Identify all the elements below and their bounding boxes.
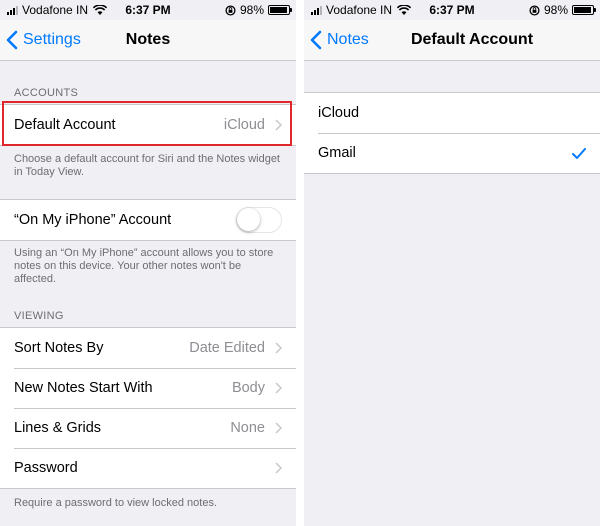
battery-icon [572,5,596,15]
viewing-header: VIEWING [14,310,64,322]
chevron-right-icon [275,342,282,354]
toggle-knob [237,208,260,231]
default-account-value: iCloud [223,117,265,133]
chevron-right-icon [275,119,282,131]
viewing-group: Sort Notes By Date Edited New Notes Star… [0,327,296,489]
status-right: 98% [529,3,596,17]
orientation-lock-icon [529,4,540,16]
chevron-right-icon [275,462,282,474]
page-title: Notes [125,31,171,48]
row-label: Sort Notes By [14,340,104,356]
default-account-screen: Vodafone IN 6:37 PM 98% Notes Default Ac… [304,0,600,526]
row-label: Password [14,460,78,476]
on-my-iphone-toggle[interactable] [236,207,282,233]
new-notes-start-with-row[interactable]: New Notes Start With Body [0,368,296,408]
row-label: New Notes Start With [14,380,153,396]
row-label: Lines & Grids [14,420,102,436]
option-icloud[interactable]: iCloud [304,93,600,133]
page-title: Default Account [410,31,534,48]
navigation-bar: Notes Default Account [304,20,600,61]
lines-grids-row[interactable]: Lines & Grids None [0,408,296,448]
row-value: Date Edited [189,340,265,356]
checkmark-icon [572,147,586,159]
on-my-iphone-row: “On My iPhone” Account [0,200,296,240]
option-label: Gmail [318,145,356,161]
status-bar: Vodafone IN 6:37 PM 98% [304,0,600,20]
on-my-iphone-group: “On My iPhone” Account [0,199,296,241]
chevron-right-icon [275,422,282,434]
status-bar: Vodafone IN 6:37 PM 98% [0,0,296,20]
navigation-bar: Settings Notes [0,20,296,61]
battery-icon [268,5,292,15]
accounts-header: ACCOUNTS [14,87,79,99]
row-value: Body [231,380,265,396]
sort-notes-by-row[interactable]: Sort Notes By Date Edited [0,328,296,368]
option-label: iCloud [318,105,360,121]
on-my-iphone-label: “On My iPhone” Account [14,212,172,228]
option-gmail[interactable]: Gmail [304,133,600,173]
on-my-iphone-footer: Using an “On My iPhone” account allows y… [14,247,274,285]
default-account-row[interactable]: Default Account iCloud [0,105,296,145]
row-value: None [230,420,265,436]
status-right: 98% [225,3,292,17]
orientation-lock-icon [225,4,236,16]
chevron-right-icon [275,382,282,394]
default-account-footer: Choose a default account for Siri and th… [14,153,280,178]
password-row[interactable]: Password [0,448,296,488]
account-options-group: iCloud Gmail [304,92,600,174]
battery-percent: 98% [239,3,264,17]
password-footer: Require a password to view locked notes. [14,497,217,509]
notes-settings-screen: Vodafone IN 6:37 PM 98% Settings Notes A… [0,0,296,526]
default-account-label: Default Account [14,117,116,133]
accounts-group: Default Account iCloud [0,104,296,146]
battery-percent: 98% [543,3,568,17]
